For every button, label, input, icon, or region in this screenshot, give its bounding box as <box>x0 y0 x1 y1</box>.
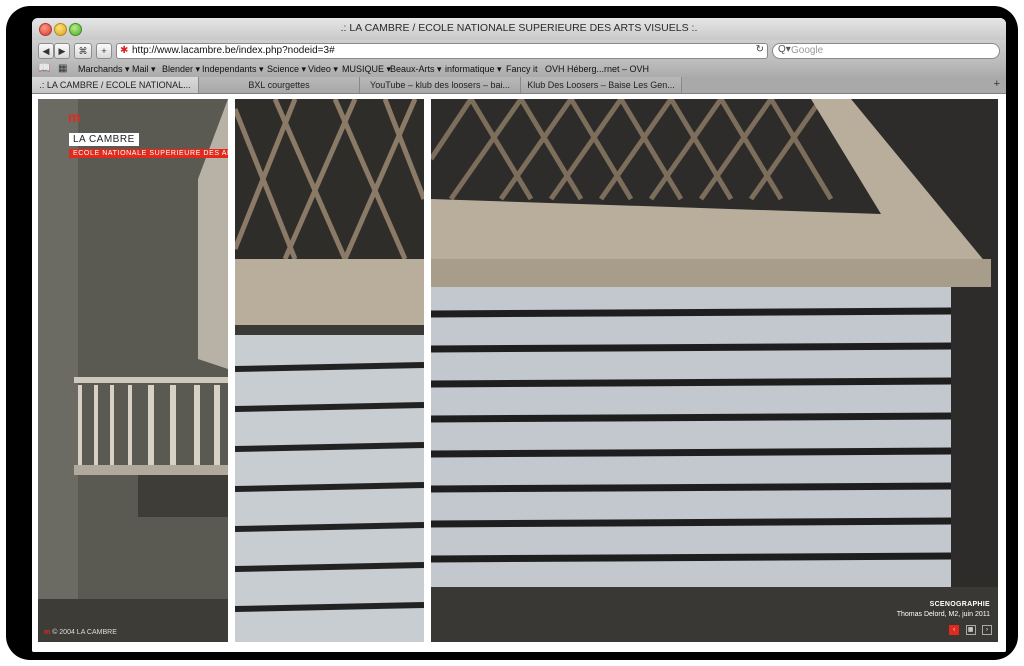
bookmark-item[interactable]: Fancy it <box>506 64 538 74</box>
back-button[interactable]: ◀ <box>38 43 54 59</box>
site-name[interactable]: LA CAMBRE <box>69 133 139 146</box>
bookmark-item[interactable]: OVH Héberg...rnet – OVH <box>545 64 649 74</box>
back-arrow-icon: ◀ <box>42 46 50 56</box>
prev-image-icon[interactable]: ‹ <box>949 625 960 635</box>
reload-icon[interactable]: ↻ <box>756 44 764 55</box>
bookmark-button[interactable]: ⌘ <box>74 43 92 59</box>
image-panel-left[interactable]: m LA CAMBRE ECOLE NATIONALE SUPERIEURE D… <box>38 99 228 642</box>
bookmark-item[interactable]: Mail ▾ <box>132 64 156 75</box>
tab-youtube[interactable]: YouTube – klub des loosers – bai... <box>360 77 521 93</box>
site-favicon-icon: ✱ <box>120 45 129 56</box>
bookmark-item[interactable]: Blender ▾ <box>162 64 200 75</box>
roof-closeup-photo <box>235 99 424 642</box>
new-tab-icon[interactable]: + <box>994 78 1000 90</box>
reading-list-icon[interactable]: 📖 <box>38 63 50 74</box>
copyright-text: © 2004 LA CAMBRE <box>52 629 117 636</box>
bookmark-item[interactable]: MUSIQUE ▾ <box>342 64 391 75</box>
search-placeholder: Google <box>791 45 824 56</box>
navigation-toolbar: ◀ ▶ ⌘ + ✱ http://www.lacambre.be/index.p… <box>32 40 1006 61</box>
bookmark-item[interactable]: Beaux-Arts ▾ <box>390 64 442 75</box>
image-caption: SCENOGRAPHIE Thomas Delord, M2, juin 201… <box>897 600 990 620</box>
title-bar: .: LA CAMBRE / ECOLE NATIONALE SUPERIEUR… <box>32 18 1006 40</box>
bookmark-item[interactable]: Independants ▾ <box>202 64 264 75</box>
bookmark-item[interactable]: Science ▾ <box>267 64 306 75</box>
add-bookmark-button[interactable]: + <box>96 43 112 59</box>
site-subtitle: ECOLE NATIONALE SUPERIEURE DES ARTS VISU… <box>69 149 228 158</box>
small-logo-icon: m <box>44 629 51 636</box>
image-panel-right[interactable]: SCENOGRAPHIE Thomas Delord, M2, juin 201… <box>431 99 998 642</box>
window-title: .: LA CAMBRE / ECOLE NATIONALE SUPERIEUR… <box>340 22 698 34</box>
tab-bar: .: LA CAMBRE / ECOLE NATIONAL... BXL cou… <box>32 77 1006 94</box>
grid-view-icon[interactable]: ▦ <box>965 625 976 635</box>
forward-arrow-icon: ▶ <box>58 46 66 56</box>
image-panel-middle[interactable] <box>235 99 424 642</box>
bookmarks-bar: 📖 ▦ Marchands ▾ Mail ▾ Blender ▾ Indepen… <box>32 61 1006 77</box>
la-cambre-logo[interactable]: m <box>68 109 80 125</box>
copyright: m © 2004 LA CAMBRE <box>44 629 117 636</box>
tab-klub-des-loosers[interactable]: Klub Des Loosers – Baise Les Gen... <box>521 77 682 93</box>
tab-bxl-courgettes[interactable]: BXL courgettes <box>199 77 360 93</box>
address-bar[interactable]: ✱ http://www.lacambre.be/index.php?nodei… <box>116 43 768 59</box>
screenshot-frame: .: LA CAMBRE / ECOLE NATIONALE SUPERIEUR… <box>6 6 1018 660</box>
forward-button[interactable]: ▶ <box>54 43 70 59</box>
gallery-nav: ‹ ▦ › <box>947 618 992 636</box>
search-icon: Q▾ <box>778 44 791 55</box>
top-sites-icon[interactable]: ▦ <box>58 63 67 74</box>
model-house-photo <box>431 99 998 642</box>
url-text: http://www.lacambre.be/index.php?nodeid=… <box>132 45 335 56</box>
tab-la-cambre[interactable]: .: LA CAMBRE / ECOLE NATIONAL... <box>32 77 199 93</box>
bookmark-item[interactable]: Marchands ▾ <box>78 64 130 75</box>
bookmark-item[interactable]: informatique ▾ <box>445 64 502 75</box>
balcony-photo <box>38 99 228 642</box>
page-content: m LA CAMBRE ECOLE NATIONALE SUPERIEURE D… <box>32 94 1006 652</box>
caption-title: SCENOGRAPHIE <box>929 601 990 608</box>
bookmark-icon: ⌘ <box>78 46 88 56</box>
bookmark-item[interactable]: Video ▾ <box>308 64 338 75</box>
browser-window: .: LA CAMBRE / ECOLE NATIONALE SUPERIEUR… <box>32 18 1006 652</box>
next-image-icon[interactable]: › <box>982 625 992 635</box>
search-field[interactable]: Q▾ Google <box>772 43 1000 59</box>
